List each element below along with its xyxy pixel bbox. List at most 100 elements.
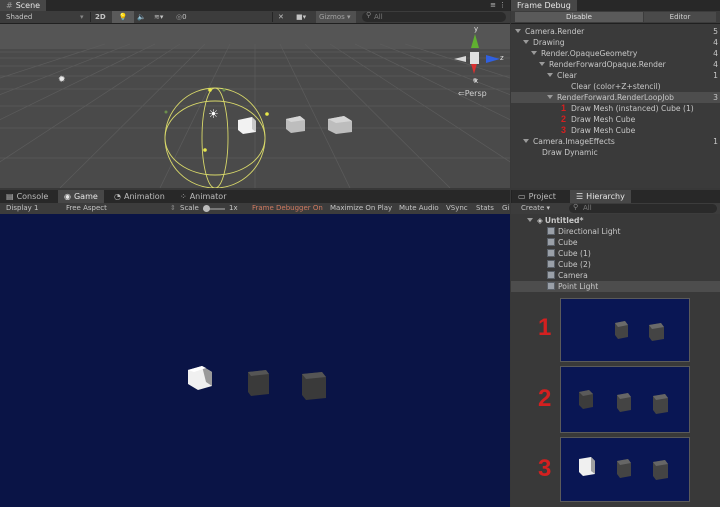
- fd-row-count: 4: [713, 38, 718, 47]
- fd-row-clear[interactable]: Clear 1: [511, 70, 720, 81]
- step-label-2: 2: [538, 385, 552, 412]
- expand-triangle-icon: [527, 218, 533, 222]
- fd-row-draw-mesh-1[interactable]: 1 Draw Mesh (instanced) Cube (1): [511, 103, 720, 114]
- shading-mode-dropdown[interactable]: Shaded: [6, 11, 32, 23]
- tools-icon[interactable]: ✕: [278, 11, 284, 23]
- scene-search-input[interactable]: ⚲ All: [362, 11, 506, 22]
- fd-row-render-loop-job[interactable]: RenderForward.RenderLoopJob 3: [511, 92, 720, 103]
- mute-audio-toggle[interactable]: Mute Audio: [399, 203, 439, 214]
- scene-toolbar: Shaded ▾ 2D 💡 🔈 ≋▾ ◎0 ✕ ■▾ Gizmos ▾ ⚲ Al…: [0, 11, 510, 24]
- stats-toggle[interactable]: Stats: [476, 203, 494, 214]
- 2d-toggle-button[interactable]: 2D: [95, 11, 106, 23]
- fd-row-label: Camera.ImageEffects: [533, 137, 615, 146]
- fd-row-label: Draw Mesh Cube: [571, 115, 636, 124]
- persp-label: Persp: [464, 89, 487, 98]
- vsync-toggle[interactable]: VSync: [446, 203, 468, 214]
- fd-row-count: 3: [713, 93, 718, 102]
- frame-debug-toolbar: Disable Editor: [511, 11, 720, 24]
- panel-menu-icon[interactable]: ≡: [490, 0, 496, 11]
- expand-triangle-icon: [547, 95, 553, 99]
- draw-marker-1: 1: [561, 103, 567, 113]
- tab-project[interactable]: ▭ Project: [512, 190, 562, 203]
- scene-name: Untitled*: [544, 216, 584, 225]
- hierarchy-item-camera[interactable]: Camera: [511, 270, 720, 281]
- tab-frame-debug[interactable]: Frame Debug: [511, 0, 577, 11]
- axis-x-label: x: [474, 77, 479, 85]
- game-viewport[interactable]: [0, 214, 510, 507]
- hierarchy-item-label: Point Light: [558, 282, 599, 291]
- gizmos-dropdown[interactable]: Gizmos ▾: [316, 11, 356, 23]
- fd-row-image-effects[interactable]: Camera.ImageEffects 1: [511, 136, 720, 147]
- hierarchy-item-label: Cube (2): [558, 260, 591, 269]
- fd-row-label: Camera.Render: [525, 27, 585, 36]
- create-label: Create: [521, 204, 545, 212]
- tab-hierarchy[interactable]: ☰ Hierarchy: [570, 190, 631, 203]
- hierarchy-item-cube[interactable]: Cube: [511, 237, 720, 248]
- hierarchy-item-cube-2[interactable]: Cube (2): [511, 259, 720, 270]
- effects-toggle-icon[interactable]: ≋▾: [154, 11, 163, 23]
- lighting-toggle-icon[interactable]: 💡: [112, 11, 134, 23]
- hierarchy-item-directional-light[interactable]: Directional Light: [511, 226, 720, 237]
- audio-toggle-icon[interactable]: 🔈: [137, 11, 146, 23]
- svg-text:✹: ✹: [58, 75, 66, 85]
- hierarchy-item-label: Cube (1): [558, 249, 591, 258]
- fd-row-draw-mesh-3[interactable]: 3 Draw Mesh Cube: [511, 125, 720, 136]
- hierarchy-item-label: Cube: [558, 238, 578, 247]
- shading-mode-label: Shaded: [6, 13, 33, 21]
- scale-slider[interactable]: [203, 205, 225, 212]
- scene-root-row[interactable]: ◈ Untitled*: [511, 215, 720, 226]
- aspect-dropdown[interactable]: Free Aspect: [66, 203, 107, 214]
- hierarchy-item-point-light[interactable]: Point Light: [511, 281, 720, 292]
- fd-row-clear-color[interactable]: Clear (color+Z+stencil): [511, 81, 720, 92]
- fd-row-label: Draw Mesh (instanced) Cube (1): [571, 104, 694, 113]
- hierarchy-item-cube-1[interactable]: Cube (1): [511, 248, 720, 259]
- fd-row-draw-dynamic[interactable]: Draw Dynamic: [511, 147, 720, 158]
- scene-tabbar: # Scene ≡ ⋮: [0, 0, 510, 11]
- fd-row-opaque-geometry[interactable]: Render.OpaqueGeometry 4: [511, 48, 720, 59]
- fd-row-label: Render.OpaqueGeometry: [541, 49, 638, 58]
- draw-step-thumbnail-1: [560, 298, 690, 362]
- tab-game[interactable]: ◉ Game: [58, 190, 104, 203]
- game-render: [188, 366, 326, 400]
- create-dropdown[interactable]: Create ▾: [521, 203, 550, 214]
- hidden-layers-button[interactable]: ◎0: [176, 11, 187, 23]
- draw-step-thumbnail-3: [560, 437, 690, 502]
- panel-options-icon[interactable]: ⋮: [499, 0, 506, 11]
- tab-animator[interactable]: ⁘ Animator: [174, 190, 232, 203]
- svg-text:☀: ☀: [208, 107, 219, 121]
- camera-settings-icon[interactable]: ■▾: [296, 11, 306, 23]
- scene-viewport[interactable]: ☀ ✹ y z x ⇐Persp: [0, 24, 510, 188]
- tab-console[interactable]: ▤ Console: [0, 190, 54, 203]
- fd-row-forward-opaque[interactable]: RenderForwardOpaque.Render 4: [511, 59, 720, 70]
- step-label-1: 1: [538, 314, 552, 341]
- maximize-on-play-toggle[interactable]: Maximize On Play: [330, 203, 392, 214]
- hierarchy-search-input[interactable]: ⚲ All: [569, 203, 717, 213]
- editor-label: Editor: [669, 13, 691, 21]
- game-tabbar: ▤ Console ◉ Game ◔ Animation ⁘ Animator: [0, 190, 510, 203]
- tab-scene[interactable]: # Scene: [0, 0, 47, 11]
- gizmos-toggle[interactable]: Gi: [502, 203, 510, 214]
- fd-row-label: Clear (color+Z+stencil): [571, 82, 661, 91]
- tab-animation[interactable]: ◔ Animation: [108, 190, 171, 203]
- fd-row-count: 4: [713, 49, 718, 58]
- game-controller-icon: ◉: [64, 192, 71, 201]
- editor-dropdown[interactable]: Editor: [644, 12, 716, 22]
- persp-arrow-icon: ⇐: [458, 89, 465, 98]
- expand-triangle-icon: [531, 51, 537, 55]
- disable-button[interactable]: Disable: [515, 12, 643, 22]
- scene-grid: ☀ ✹: [0, 24, 510, 188]
- gameobject-icon: [547, 260, 555, 268]
- expand-triangle-icon: [515, 29, 521, 33]
- fd-row-camera-render[interactable]: Camera.Render 5: [511, 26, 720, 37]
- persp-toggle[interactable]: ⇐Persp: [458, 89, 487, 98]
- scale-value: 1x: [229, 204, 238, 212]
- scale-slider-thumb[interactable]: [203, 205, 210, 212]
- scene-search-placeholder: All: [374, 13, 383, 21]
- fd-row-drawing[interactable]: Drawing 4: [511, 37, 720, 48]
- fd-row-draw-mesh-2[interactable]: 2 Draw Mesh Cube: [511, 114, 720, 125]
- fd-row-label: Drawing: [533, 38, 565, 47]
- display-label: Display 1: [6, 204, 39, 212]
- frame-debug-tabbar: Frame Debug: [510, 0, 720, 11]
- display-dropdown[interactable]: Display 1: [6, 203, 38, 214]
- orientation-gizmo[interactable]: [452, 30, 502, 96]
